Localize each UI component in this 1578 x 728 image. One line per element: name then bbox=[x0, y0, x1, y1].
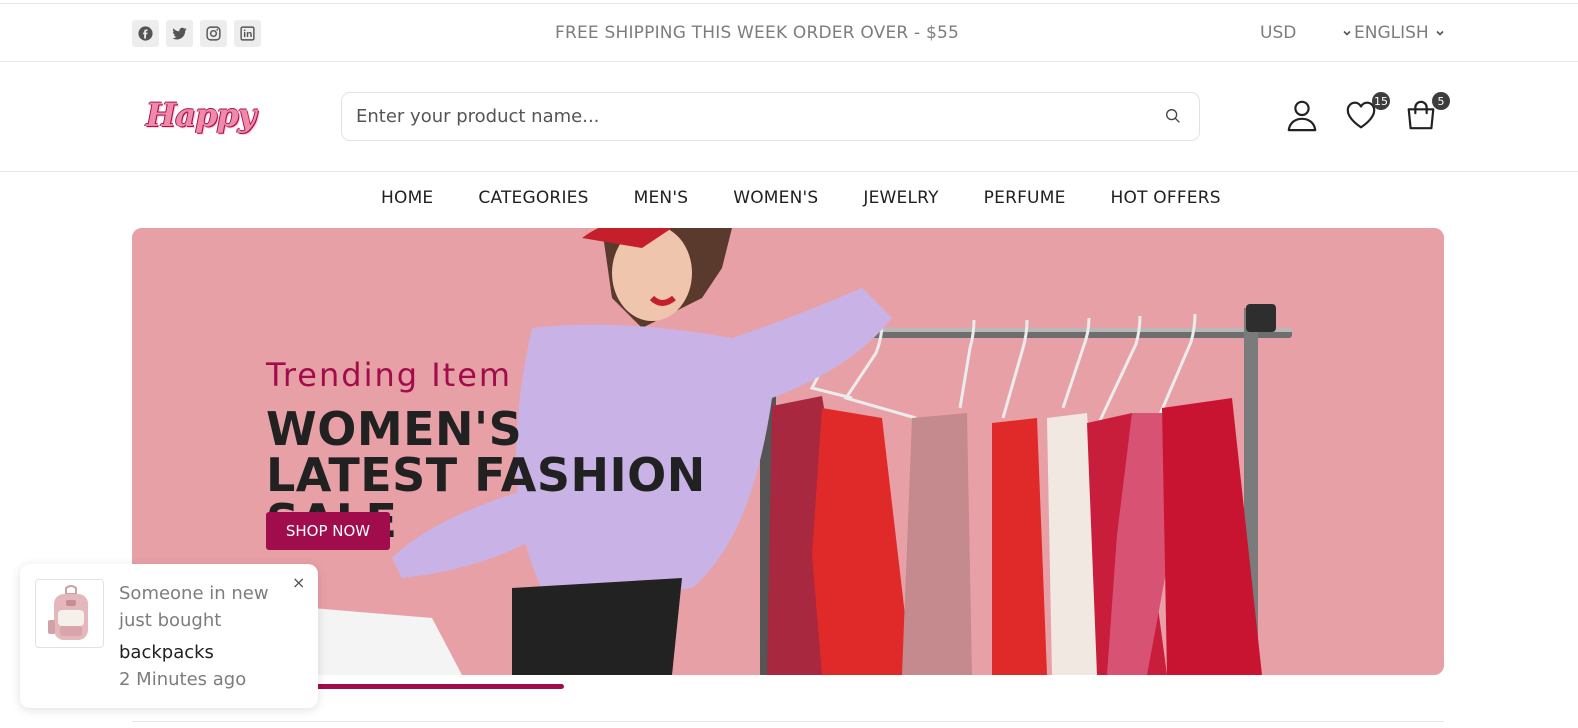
notification-time: 2 Minutes ago bbox=[119, 669, 247, 690]
banner-subtitle: Trending Item bbox=[266, 356, 513, 394]
close-icon[interactable]: × bbox=[292, 573, 305, 592]
search-bar bbox=[341, 92, 1200, 141]
shop-now-button[interactable]: SHOP NOW bbox=[266, 512, 390, 550]
notification-product[interactable]: backpacks bbox=[119, 642, 214, 663]
nav-home[interactable]: HOME bbox=[381, 188, 433, 208]
chevron-down-icon bbox=[1435, 23, 1445, 43]
divider bbox=[132, 721, 1444, 722]
nav-jewelry[interactable]: JEWELRY bbox=[863, 188, 938, 208]
user-icon[interactable] bbox=[1285, 98, 1321, 134]
cart-button[interactable]: 5 bbox=[1404, 92, 1450, 134]
currency-value: USD bbox=[1260, 23, 1297, 43]
nav-categories[interactable]: CATEGORIES bbox=[478, 188, 588, 208]
wishlist-button[interactable]: 15 bbox=[1344, 92, 1390, 134]
top-bar: FREE SHIPPING THIS WEEK ORDER OVER - $55… bbox=[0, 3, 1578, 62]
nav-hot-offers[interactable]: HOT OFFERS bbox=[1111, 188, 1221, 208]
product-thumbnail[interactable] bbox=[35, 579, 104, 648]
search-input[interactable] bbox=[342, 96, 1142, 137]
logo[interactable]: Happy bbox=[146, 96, 256, 134]
notification-message: Someone in new just bought bbox=[119, 583, 269, 631]
backpack-image bbox=[36, 580, 103, 647]
language-select[interactable]: ENGLISH bbox=[1354, 23, 1445, 43]
nav-mens[interactable]: MEN'S bbox=[634, 188, 689, 208]
currency-select[interactable]: USD bbox=[1260, 23, 1352, 43]
chevron-down-icon bbox=[1342, 23, 1352, 43]
nav-perfume[interactable]: PERFUME bbox=[984, 188, 1066, 208]
language-value: ENGLISH bbox=[1354, 23, 1429, 43]
purchase-notification: × Someone in new just bought backpacks 2… bbox=[20, 564, 318, 708]
hero-banner: Trending Item WOMEN'S LATEST FASHION SAL… bbox=[132, 228, 1444, 675]
nav-womens[interactable]: WOMEN'S bbox=[733, 188, 818, 208]
main-header: Happy 15 5 bbox=[0, 62, 1578, 172]
wishlist-count-badge: 15 bbox=[1372, 92, 1390, 110]
cart-count-badge: 5 bbox=[1432, 92, 1450, 110]
search-icon[interactable] bbox=[1164, 107, 1184, 127]
